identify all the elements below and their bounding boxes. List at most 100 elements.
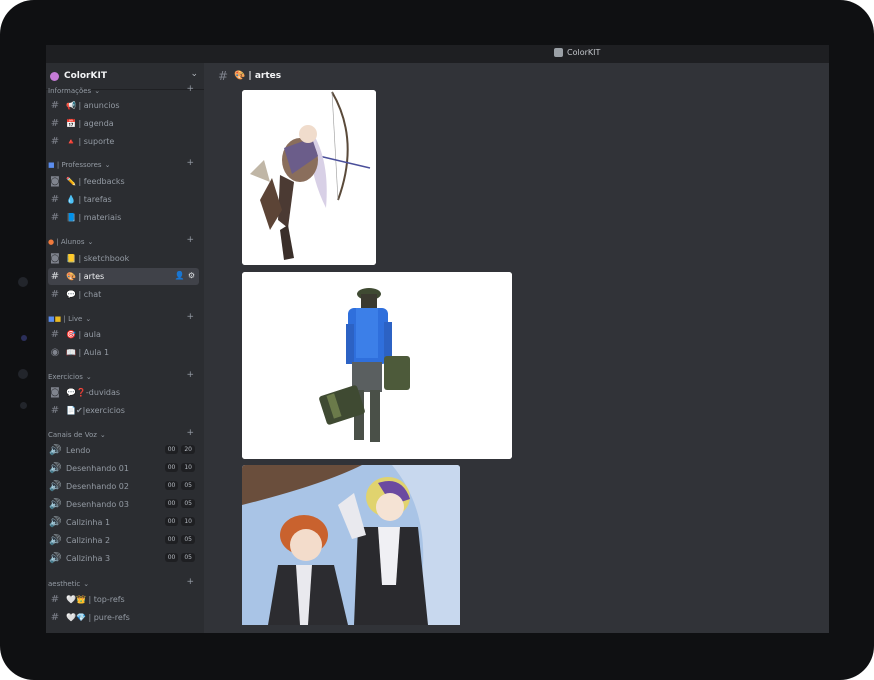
hash-icon: # xyxy=(50,594,60,605)
hash-icon: # xyxy=(50,212,60,223)
category-live[interactable]: ■ ■ | Live ⌄ + xyxy=(48,312,198,325)
voice-channel[interactable]: 🔊 Desenhando 03 00 05 xyxy=(48,496,199,513)
user-limit: 05 xyxy=(181,481,195,490)
channel-label: | materiais xyxy=(78,213,122,222)
user-count: 00 xyxy=(164,463,179,472)
hash-icon: # xyxy=(50,289,60,300)
category-professores[interactable]: ■ | Professores ⌄ + xyxy=(48,158,198,171)
speaker-icon: 🔊 xyxy=(49,535,62,546)
voice-channel-label: Desenhando 02 xyxy=(66,482,129,491)
speaker-icon: 🔊 xyxy=(49,499,62,510)
camera-dot xyxy=(18,277,28,287)
channel-label: | suporte xyxy=(78,137,115,146)
category-aesthetic[interactable]: aesthetic ⌄ + xyxy=(48,577,198,590)
hash-icon: # xyxy=(50,271,60,282)
character-illustration xyxy=(242,272,512,459)
voice-channel-label: Desenhando 03 xyxy=(66,500,129,509)
channel-materiais[interactable]: # 📘 | materiais xyxy=(48,209,199,226)
channel-label: | artes xyxy=(78,272,105,281)
archer-illustration xyxy=(242,90,376,265)
channel-top-refs[interactable]: # 🤍👑 | top-refs xyxy=(48,591,199,608)
category-exercicios[interactable]: Exercicios ⌄ + xyxy=(48,370,198,383)
forum-icon: ◙ xyxy=(50,253,60,264)
sensor-dot xyxy=(21,335,27,341)
channel-header: # 🎨 | artes xyxy=(204,63,829,89)
add-member-icon[interactable]: 👤 xyxy=(175,271,185,280)
user-limit: 05 xyxy=(181,535,195,544)
channel-label: | pure-refs xyxy=(88,613,130,622)
voice-channel[interactable]: 🔊 Lendo 00 20 xyxy=(48,442,199,459)
sensor-dot xyxy=(20,402,27,409)
channel-anuncios[interactable]: # 📢 | anuncios xyxy=(48,97,199,114)
hash-icon: # xyxy=(50,100,60,111)
user-count: 00 xyxy=(164,517,179,526)
channel-title: 🎨 | artes xyxy=(234,71,282,81)
channel-pure-refs[interactable]: # 🤍💎 | pure-refs xyxy=(48,609,199,626)
forum-icon: ◙ xyxy=(50,387,60,398)
channel-feedbacks[interactable]: ◙ ✏️ | feedbacks xyxy=(48,173,199,190)
channel-duvidas[interactable]: ◙ 💬❓-duvidas xyxy=(48,384,199,401)
channel-chat[interactable]: # 💬 | chat xyxy=(48,286,199,303)
category-canais-de-voz[interactable]: Canais de Voz ⌄ + xyxy=(48,428,198,441)
hash-icon: # xyxy=(218,69,229,83)
plus-icon[interactable]: + xyxy=(186,235,194,245)
voice-channel[interactable]: 🔊 Callzinha 2 00 05 xyxy=(48,532,199,549)
image-attachment-duo[interactable] xyxy=(242,465,460,625)
plus-icon[interactable]: + xyxy=(186,428,194,438)
plus-icon[interactable]: + xyxy=(186,84,194,94)
channel-label: | anuncios xyxy=(78,101,120,110)
channel-label: | Aula 1 xyxy=(78,348,110,357)
hash-icon: # xyxy=(50,136,60,147)
message-area: # 🎨 | artes xyxy=(204,63,829,633)
user-limit: 20 xyxy=(181,445,195,454)
voice-channel[interactable]: 🔊 Callzinha 1 00 10 xyxy=(48,514,199,531)
channel-suporte[interactable]: # 🔺 | suporte xyxy=(48,133,199,150)
plus-icon[interactable]: + xyxy=(186,158,194,168)
channel-sketchbook[interactable]: ◙ 📒 | sketchbook xyxy=(48,250,199,267)
channel-aula-1[interactable]: ◉ 📖 | Aula 1 xyxy=(48,344,199,361)
user-count: 00 xyxy=(164,481,179,490)
channel-label: -duvidas xyxy=(85,388,121,397)
image-attachment-character[interactable] xyxy=(242,272,512,459)
gear-icon[interactable]: ⚙ xyxy=(188,271,195,280)
voice-channel[interactable]: 🔊 Desenhando 02 00 05 xyxy=(48,478,199,495)
user-count: 00 xyxy=(164,445,179,454)
channel-tarefas[interactable]: # 💧 | tarefas xyxy=(48,191,199,208)
category-informacoes[interactable]: Informações ⌄ + xyxy=(48,84,198,97)
category-label: Exercicios xyxy=(48,373,83,381)
category-label: | Live xyxy=(63,315,83,323)
window-title: ColorKIT xyxy=(567,48,601,57)
title-bar: ColorKIT xyxy=(46,45,829,63)
hash-icon: # xyxy=(50,405,60,416)
channel-label: | chat xyxy=(78,290,102,299)
channel-label: | tarefas xyxy=(78,195,112,204)
speaker-icon: 🔊 xyxy=(49,517,62,528)
plus-icon[interactable]: + xyxy=(186,577,194,587)
channel-aula[interactable]: # 🎯 | aula xyxy=(48,326,199,343)
camera-dot xyxy=(18,369,28,379)
app-window: ColorKIT ColorKIT ⌄ Informações ⌄ + # 📢 | … xyxy=(46,45,829,633)
speaker-icon: 🔊 xyxy=(49,481,62,492)
channel-label: | feedbacks xyxy=(78,177,125,186)
speaker-icon: 🔊 xyxy=(49,445,62,456)
category-label: Informações xyxy=(48,87,92,95)
hash-icon: # xyxy=(50,118,60,129)
server-name: ColorKIT xyxy=(64,71,107,81)
channel-exercicios[interactable]: # 📄✔|exercicios xyxy=(48,402,199,419)
duo-illustration xyxy=(242,465,460,625)
voice-channel[interactable]: 🔊 Desenhando 01 00 10 xyxy=(48,460,199,477)
voice-channel-label: Callzinha 2 xyxy=(66,536,111,545)
channel-agenda[interactable]: # 📅 | agenda xyxy=(48,115,199,132)
user-count: 00 xyxy=(164,553,179,562)
plus-icon[interactable]: + xyxy=(186,312,194,322)
category-alunos[interactable]: ● | Alunos ⌄ + xyxy=(48,235,198,248)
chevron-down-icon[interactable]: ⌄ xyxy=(190,69,198,79)
voice-channel[interactable]: 🔊 Callzinha 3 00 05 xyxy=(48,550,199,567)
user-limit: 10 xyxy=(181,463,195,472)
image-attachment-archer[interactable] xyxy=(242,90,376,265)
plus-icon[interactable]: + xyxy=(186,370,194,380)
user-limit: 10 xyxy=(181,517,195,526)
channel-artes[interactable]: # 🎨 | artes 👤 ⚙ xyxy=(48,268,199,285)
user-limit: 05 xyxy=(181,553,195,562)
channel-label: | aula xyxy=(78,330,101,339)
